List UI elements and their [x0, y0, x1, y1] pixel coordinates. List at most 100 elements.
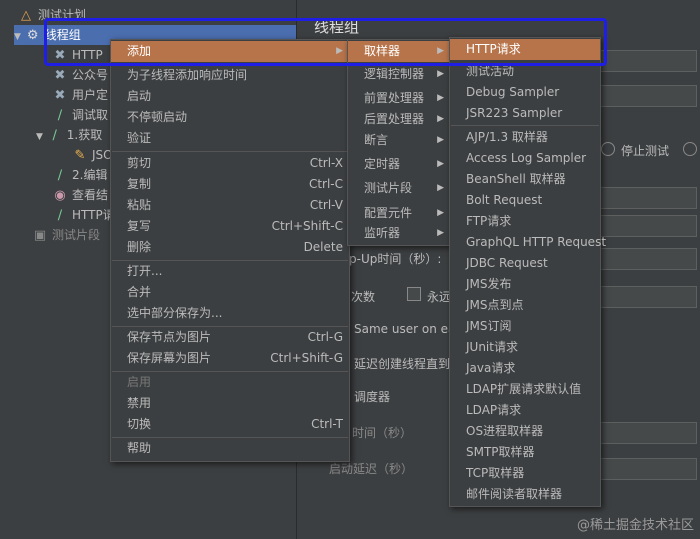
- startup-delay-field[interactable]: [599, 458, 697, 480]
- rampup-field[interactable]: [599, 248, 697, 270]
- threads-field[interactable]: [599, 187, 697, 209]
- watermark: @稀土掘金技术社区: [576, 518, 694, 533]
- radio-stop-now[interactable]: [683, 142, 697, 156]
- menu-item-enable: 启用: [127, 375, 152, 389]
- tree-item-view-results[interactable]: ◉ 查看结: [52, 185, 108, 205]
- submenu-item-post-processor[interactable]: 后置处理器 ▶: [348, 109, 450, 130]
- menu-item-toggle[interactable]: 切换 Ctrl-T: [111, 414, 349, 435]
- pipette-icon: ∕: [57, 107, 63, 123]
- submenu-item-test-fragment[interactable]: 测试片段 ▶: [348, 178, 450, 199]
- fragment-icon: ▣: [33, 227, 47, 243]
- pipette-icon: ∕: [52, 127, 57, 143]
- sampler-jdbc[interactable]: JDBC Request: [450, 253, 600, 274]
- wrench-icon: ✖: [54, 87, 66, 103]
- gear-icon: ⚙: [26, 27, 39, 43]
- submenu-item-listener[interactable]: 监听器 ▶: [348, 223, 450, 244]
- wrench-icon: ✖: [54, 67, 66, 83]
- menu-item-merge[interactable]: 合并: [111, 282, 349, 303]
- tree-item-user-defined[interactable]: ✖ 用户定: [52, 85, 108, 105]
- eye-icon: ◉: [54, 187, 66, 203]
- chevron-right-icon: ▶: [437, 228, 444, 238]
- duration-field[interactable]: [599, 422, 697, 444]
- sampler-os-process[interactable]: OS进程取样器: [450, 421, 600, 442]
- menu-item-save-screen-image[interactable]: 保存屏幕为图片 Ctrl+Shift-G: [111, 348, 349, 369]
- submenu-item-config-element[interactable]: 配置元件 ▶: [348, 203, 450, 224]
- context-menu: 添加 ▶ 为子线程添加响应时间 启动 不停顿启动 验证 剪切 Ctrl-X 复制 Ct…: [110, 39, 350, 462]
- submenu-item-timer[interactable]: 定时器 ▶: [348, 154, 450, 175]
- radio-stop-test[interactable]: [601, 142, 615, 156]
- menu-item-add-response-time[interactable]: 为子线程添加响应时间: [111, 65, 349, 86]
- sampler-jms-publish[interactable]: JMS发布: [450, 274, 600, 295]
- loop-count-field[interactable]: [599, 215, 697, 237]
- sampler-smtp[interactable]: SMTP取样器: [450, 442, 600, 463]
- sampler-jsr223[interactable]: JSR223 Sampler: [450, 103, 600, 124]
- chevron-right-icon: ▶: [437, 208, 444, 218]
- chevron-right-icon: ▶: [437, 93, 444, 103]
- menu-separator: [112, 151, 348, 152]
- pipette-icon: ∕: [57, 167, 63, 183]
- rampup-label: p-Up时间（秒）:: [349, 252, 442, 266]
- menu-item-help[interactable]: 帮助: [111, 438, 349, 459]
- menu-item-duplicate[interactable]: 复写 Ctrl+Shift-C: [111, 216, 349, 237]
- tree-item-wechat[interactable]: ✖ 公众号: [52, 65, 108, 85]
- sampler-jms-p2p[interactable]: JMS点到点: [450, 295, 600, 316]
- script-icon: ✎: [74, 147, 86, 163]
- menu-item-start-no-pause[interactable]: 不停顿启动: [111, 107, 349, 128]
- chevron-right-icon: ▶: [437, 69, 444, 79]
- menu-item-copy[interactable]: 复制 Ctrl-C: [111, 174, 349, 195]
- scheduler-label: 调度器: [354, 390, 391, 404]
- chevron-right-icon: ▶: [437, 183, 444, 193]
- annotation-box: [44, 18, 607, 66]
- tree-item-http-request[interactable]: ∕ HTTP请: [52, 205, 115, 225]
- sampler-ldap-ext[interactable]: LDAP扩展请求默认值: [450, 379, 600, 400]
- sampler-bolt[interactable]: Bolt Request: [450, 190, 600, 211]
- sampler-debug[interactable]: Debug Sampler: [450, 82, 600, 103]
- tree-item-test-fragment[interactable]: ▣ 测试片段: [32, 225, 100, 245]
- sampler-mail-reader[interactable]: 邮件阅读者取样器: [450, 484, 600, 505]
- startup-delay-label: 启动延迟（秒）: [329, 462, 414, 476]
- tree-item-debug[interactable]: ∕ 调试取: [52, 105, 108, 125]
- submenu-item-logic-controller[interactable]: 逻辑控制器 ▶: [348, 64, 450, 85]
- chevron-down-icon[interactable]: ▼: [14, 32, 21, 42]
- comment-field[interactable]: [599, 85, 697, 107]
- pipette-icon: ∕: [57, 207, 63, 223]
- menu-item-save-node-image[interactable]: 保存节点为图片 Ctrl-G: [111, 327, 349, 348]
- sampler-ldap[interactable]: LDAP请求: [450, 400, 600, 421]
- sampler-beanshell[interactable]: BeanShell 取样器: [450, 169, 600, 190]
- sampler-ajp[interactable]: AJP/1.3 取样器: [450, 127, 600, 148]
- sampler-graphql[interactable]: GraphQL HTTP Request: [450, 232, 606, 253]
- menu-item-delete[interactable]: 删除 Delete: [111, 237, 349, 258]
- forever-checkbox[interactable]: [407, 287, 421, 301]
- menu-item-paste[interactable]: 粘贴 Ctrl-V: [111, 195, 349, 216]
- name-field[interactable]: [599, 50, 697, 72]
- sampler-java[interactable]: Java请求: [450, 358, 600, 379]
- tree-item-json[interactable]: ✎ JSO: [72, 145, 113, 165]
- tree-item-get[interactable]: ▼ ∕ 1.获取: [36, 125, 102, 145]
- forever-label: 永远: [427, 290, 452, 304]
- chevron-right-icon: ▶: [437, 135, 444, 145]
- tree-item-edit[interactable]: ∕ 2.编辑: [52, 165, 108, 185]
- menu-item-disable[interactable]: 禁用: [111, 393, 349, 414]
- menu-separator: [451, 125, 599, 126]
- submenu-item-pre-processor[interactable]: 前置处理器 ▶: [348, 88, 450, 109]
- menu-item-open[interactable]: 打开...: [111, 261, 349, 282]
- sampler-jms-subscribe[interactable]: JMS订阅: [450, 316, 600, 337]
- menu-item-cut[interactable]: 剪切 Ctrl-X: [111, 153, 349, 174]
- radio-stop-test-label: 停止测试: [621, 144, 670, 158]
- submenu-item-assertion[interactable]: 断言 ▶: [348, 130, 450, 151]
- sampler-junit[interactable]: JUnit请求: [450, 337, 600, 358]
- delay-create-label: 延迟创建线程直到: [354, 357, 451, 371]
- menu-item-start[interactable]: 启动: [111, 86, 349, 107]
- add-submenu: 取样器 ▶ 逻辑控制器 ▶ 前置处理器 ▶ 后置处理器 ▶ 断言 ▶ 定时器 ▶ 测试片段 ▶…: [347, 39, 451, 246]
- duration-label: 时间（秒）: [352, 426, 413, 440]
- sampler-access-log[interactable]: Access Log Sampler: [450, 148, 600, 169]
- loop-label: 次数: [351, 290, 376, 304]
- sampler-ftp[interactable]: FTP请求: [450, 211, 600, 232]
- loops-field[interactable]: [599, 286, 697, 308]
- chevron-right-icon: ▶: [437, 159, 444, 169]
- menu-item-save-selection[interactable]: 选中部分保存为...: [111, 303, 349, 324]
- menu-item-validate[interactable]: 验证: [111, 128, 349, 149]
- flask-icon: △: [21, 7, 31, 23]
- sampler-tcp[interactable]: TCP取样器: [450, 463, 600, 484]
- chevron-down-icon[interactable]: ▼: [36, 132, 43, 142]
